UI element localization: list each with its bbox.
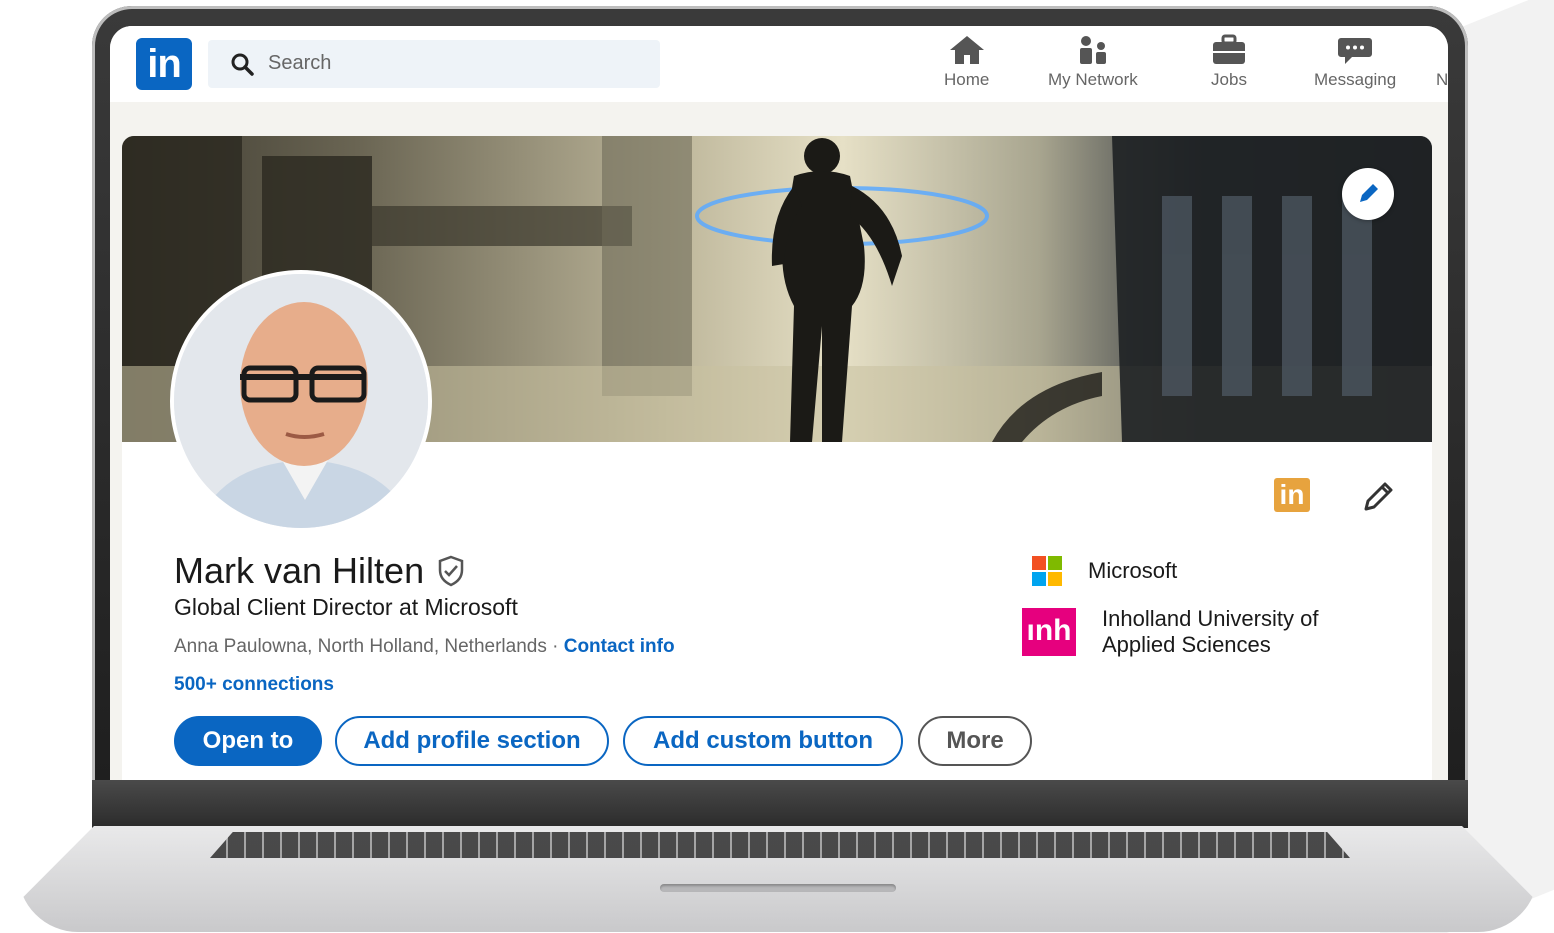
edit-banner-button[interactable] [1342,168,1394,220]
nav-item-messaging[interactable]: Messaging [1314,34,1396,90]
nav-label-messaging: Messaging [1314,70,1397,89]
org-inholland-name: Inholland University of Applied Sciences [1102,606,1318,658]
profile-name-row: Mark van Hilten [174,550,468,592]
profile-avatar[interactable] [170,270,432,532]
inholland-logo: ınh [1022,608,1076,656]
top-navigation: in Search Home My Network Jobs Messaging… [110,26,1448,102]
org-inholland[interactable]: ınh Inholland University of Applied Scie… [1022,606,1318,658]
laptop-keyboard [210,832,1350,858]
nav-item-jobs[interactable]: Jobs [1210,34,1248,90]
stage: in Search Home My Network Jobs Messaging… [0,0,1554,933]
org-microsoft[interactable]: Microsoft [1032,556,1177,586]
nav-label-notifications: N [1436,70,1448,89]
connections-link[interactable]: 500+ connections [174,674,334,696]
profile-card: in Mark van Hilten Global Client Directo… [122,136,1432,780]
add-custom-button-button[interactable]: Add custom button [623,716,903,766]
home-icon [949,36,984,64]
more-button[interactable]: More [918,716,1032,766]
microsoft-logo [1032,556,1062,586]
search-bar[interactable]: Search [208,40,660,88]
linkedin-logo[interactable]: in [136,38,192,90]
org-microsoft-name: Microsoft [1088,558,1178,583]
search-placeholder: Search [268,52,332,74]
verified-shield-icon[interactable] [434,554,468,588]
laptop-screen: in Search Home My Network Jobs Messaging… [110,26,1448,780]
briefcase-icon [1213,34,1245,64]
contact-info-link[interactable]: Contact info [564,636,675,657]
nav-label-my-network: My Network [1048,70,1138,89]
search-icon [231,53,254,76]
profile-headline: Global Client Director at Microsoft [174,594,518,620]
profile-location-row: Anna Paulowna, North Holland, Netherland… [174,636,675,658]
nav-item-my-network[interactable]: My Network [1048,34,1138,90]
nav-item-home[interactable]: Home [944,34,989,90]
messaging-icon [1338,38,1373,64]
linkedin-badge-icon[interactable]: in [1274,478,1310,512]
nav-label-jobs: Jobs [1211,70,1247,89]
org-inholland-name-line2: Applied Sciences [1102,632,1271,657]
org-inholland-name-line1: Inholland University of [1102,606,1319,631]
nav-label-home: Home [944,70,990,89]
location-separator: · [546,636,564,657]
pencil-icon [1360,184,1378,202]
laptop-hinge [92,780,1468,828]
add-profile-section-button[interactable]: Add profile section [335,716,609,766]
profile-name: Mark van Hilten [174,550,425,591]
edit-profile-icon[interactable] [1358,476,1398,516]
avatar-photo [174,274,428,528]
nav-item-notifications[interactable]: N [1436,70,1448,90]
network-icon [1079,36,1106,64]
profile-location: Anna Paulowna, North Holland, Netherland… [174,636,547,657]
laptop-trackpad-notch [660,884,896,892]
open-to-button[interactable]: Open to [174,716,322,766]
